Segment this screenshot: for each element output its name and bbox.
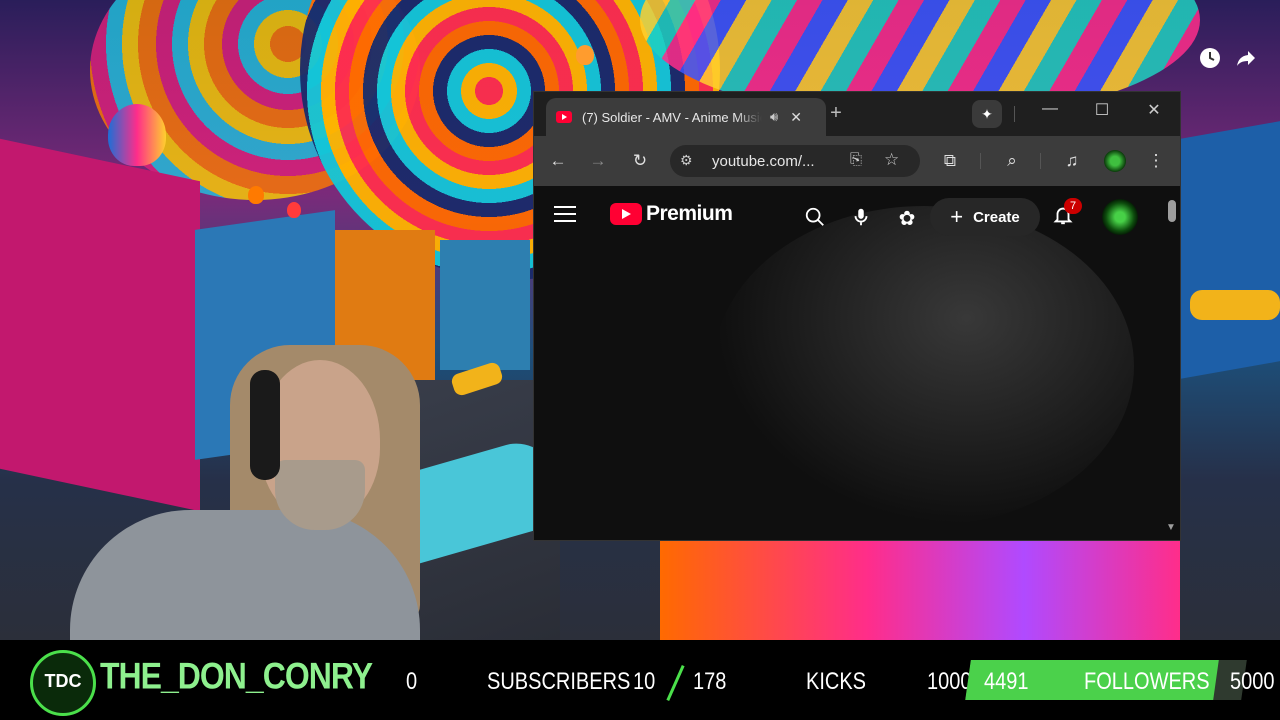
hot-air-balloon [576,45,594,65]
divider [980,153,981,169]
new-tab-button[interactable]: + [824,102,848,125]
background-vehicle [660,540,1180,640]
site-settings-icon[interactable]: ⚙ [680,152,693,169]
hamburger-menu-icon[interactable] [554,206,576,222]
kicks-current: 178 [693,668,727,696]
plus-icon: + [950,204,964,229]
account-avatar[interactable] [1102,199,1138,235]
speaker-icon[interactable]: 🔊︎ [770,109,778,125]
background-building [440,240,530,370]
background-building [1180,121,1280,379]
address-bar[interactable]: ⚙ youtube.com/... ⎘ ☆ [670,145,920,177]
subscribers-label: SUBSCRIBERS [487,668,631,696]
headphones [250,370,280,480]
streamer-beard [275,460,365,530]
more-menu-icon[interactable]: ⋮ [1144,149,1168,173]
youtube-play-icon [610,203,642,225]
hot-air-balloon [108,104,166,166]
bookmark-star-icon[interactable]: ☆ [884,150,899,170]
tab-close-button[interactable]: ✕ [790,109,802,126]
back-arrow-icon[interactable]: ← [546,149,570,173]
kicks-label: KICKS [806,668,867,696]
profile-avatar[interactable] [1104,150,1126,172]
browser-window: (7) Soldier - AMV - Anime Music Video 🔊︎… [534,92,1180,540]
stream-overlay-bar: TDC THE_DON_CONRY 0 SUBSCRIBERS 10 178 K… [0,640,1280,720]
media-controls-icon[interactable]: ♫ [1060,149,1084,173]
youtube-premium-logo[interactable]: Premium [610,202,733,226]
hot-air-balloon [248,186,264,204]
forward-arrow-icon[interactable]: → [586,149,610,173]
create-button[interactable]: + Create [930,198,1040,236]
webcam-streamer [70,340,420,640]
followers-label: FOLLOWERS [1084,668,1210,696]
browser-tab-active[interactable]: (7) Soldier - AMV - Anime Music Video 🔊︎… [546,98,826,136]
divider-slash [666,665,685,701]
minimize-button[interactable]: — [1030,100,1070,118]
divider [1040,153,1041,169]
channel-logo: TDC [30,650,96,716]
search-icon[interactable] [802,206,828,234]
tab-strip: (7) Soldier - AMV - Anime Music Video 🔊︎… [534,92,1180,136]
close-window-button[interactable]: ✕ [1134,100,1174,120]
create-label: Create [973,208,1020,226]
maximize-button[interactable]: ☐ [1082,100,1122,120]
microphone-icon[interactable] [848,206,874,234]
video-loading-area [714,206,1134,526]
reload-icon[interactable]: ↻ [628,149,652,173]
notification-badge: 7 [1064,198,1082,214]
search-tab-icon[interactable]: ⌕ [1000,149,1024,173]
scrollbar-thumb[interactable] [1168,200,1176,222]
followers-goal: 5000 [1230,668,1275,696]
logo-text: Premium [646,202,733,225]
channel-name: THE_DON_CONRY [100,655,373,697]
browser-toolbar: ← → ↻ ⚙ youtube.com/... ⎘ ☆ ⧉ ⌕ ♫ ⋮ [534,136,1180,186]
youtube-favicon-icon [556,111,572,123]
scroll-down-arrow-icon[interactable]: ▼ [1166,522,1176,533]
install-app-icon[interactable]: ⎘ [850,151,862,168]
subscribers-current: 0 [406,668,418,696]
logo-text: TDC [44,671,82,691]
hot-air-balloon [287,202,301,218]
sparkle-ask-icon[interactable]: ✿ [894,206,920,231]
address-url[interactable]: youtube.com/... [712,153,815,170]
share-icon[interactable] [1234,46,1258,70]
youtube-page: Premium ✿ + Create 7 ▼ [534,186,1180,540]
background-taxi [1190,290,1280,320]
watch-later-icon[interactable] [1198,46,1222,70]
subscribers-goal: 10 [633,668,656,696]
extensions-icon[interactable]: ⧉ [938,149,962,173]
divider [1014,106,1015,122]
tab-title: (7) Soldier - AMV - Anime Music Video [582,109,762,125]
gemini-sparkle-icon[interactable]: ✦ [972,100,1002,128]
followers-current: 4491 [984,668,1029,696]
